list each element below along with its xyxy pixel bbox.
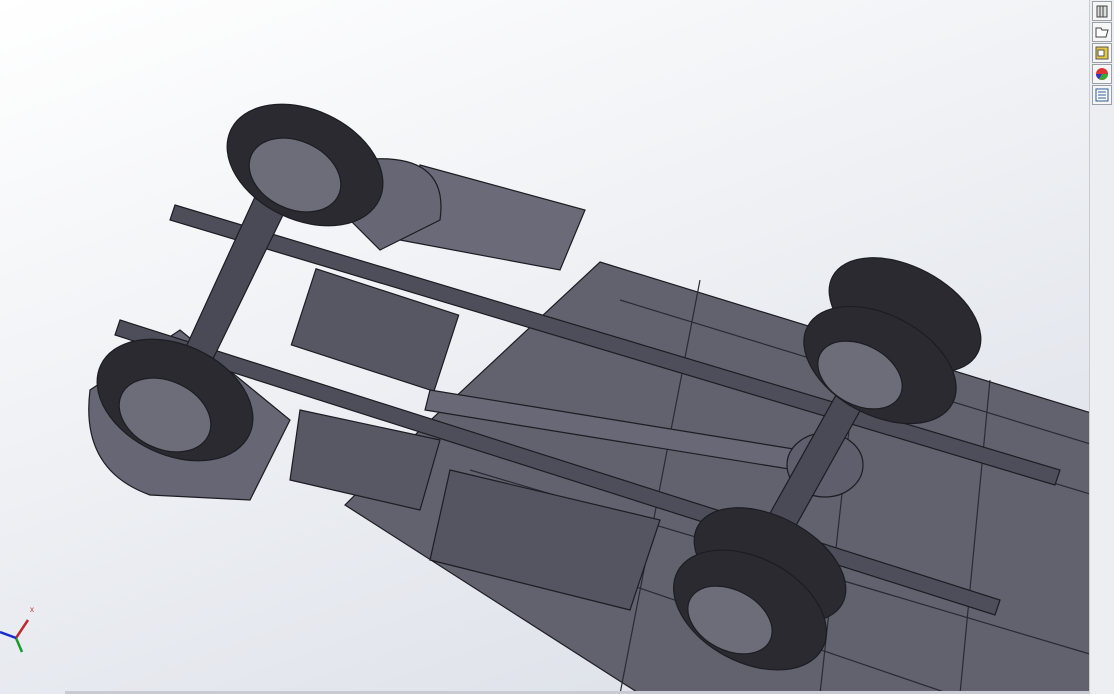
resources-icon[interactable] [1092,1,1112,21]
custom-properties-icon[interactable] [1092,85,1112,105]
x-axis-label: x [30,605,34,614]
z-axis-arrow [0,630,17,640]
graphics-viewport[interactable] [0,0,1090,694]
truck-model [88,103,1090,694]
x-axis-arrow [14,619,30,639]
appearances-icon[interactable] [1092,64,1112,84]
file-explorer-icon[interactable] [1092,43,1112,63]
y-axis-arrow [14,637,24,653]
design-library-icon[interactable] [1092,22,1112,42]
reference-triad: x [0,605,34,653]
task-pane [1089,0,1114,694]
